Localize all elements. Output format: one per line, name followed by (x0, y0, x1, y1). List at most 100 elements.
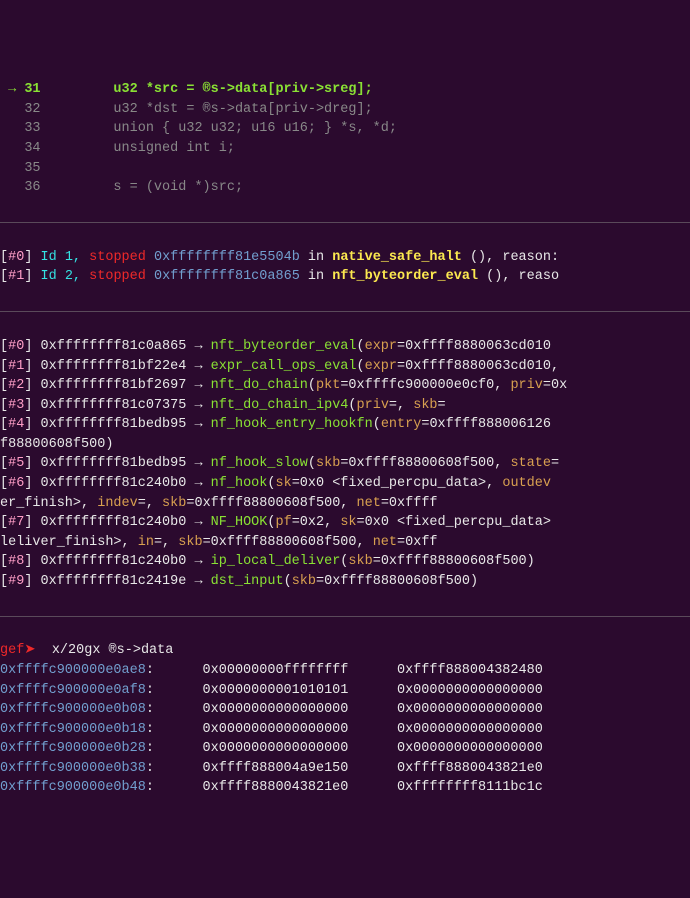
frame-addr: 0xffffffff81bedb95 (41, 417, 187, 432)
thread-fn: native_safe_halt (332, 250, 462, 265)
mem-addr: 0xffffc900000e0b08 (0, 702, 146, 717)
mem-addr: 0xffffc900000e0b48 (0, 780, 146, 795)
separator (0, 616, 690, 617)
source-code: u32 *dst = ®s->data[priv->dreg]; (41, 102, 373, 117)
frame-addr: 0xffffffff81c240b0 (41, 476, 187, 491)
source-lineno: 34 (24, 141, 40, 156)
arg-key: priv (510, 378, 542, 393)
mem-val: 0x0000000000000000 (203, 722, 349, 737)
mem-val: 0x0000000001010101 (203, 683, 349, 698)
source-arrow (0, 161, 24, 176)
arg-key: priv (357, 398, 389, 413)
thread-addr: 0xffffffff81c0a865 (154, 269, 300, 284)
frame-addr: 0xffffffff81bf22e4 (41, 359, 187, 374)
mem-addr: 0xffffc900000e0af8 (0, 683, 146, 698)
arg-val: 0xffff8880063cd010 (405, 339, 551, 354)
arg-key: pkt (316, 378, 340, 393)
mem-addr: 0xffffc900000e0b18 (0, 722, 146, 737)
frame-fn: nf_hook_entry_hookfn (211, 417, 373, 432)
memory-row: 0xffffc900000e0b18: 0x0000000000000000 0… (0, 720, 690, 740)
source-arrow (0, 180, 24, 195)
thread-index: #0 (8, 250, 24, 265)
mem-val: 0xffff888004a9e150 (203, 761, 349, 776)
trace-line: [#6] 0xffffffff81c240b0 → nf_hook(sk=0x0… (0, 474, 690, 494)
arg-key: indev (97, 496, 138, 511)
arg-key: skb (162, 496, 186, 511)
command-section: gef➤ x/20gx ®s->data0xffffc900000e0ae8: … (0, 639, 690, 800)
arg-key: in (138, 535, 154, 550)
separator (0, 311, 690, 312)
frame-fn: nf_hook_slow (211, 456, 308, 471)
mem-addr: 0xffffc900000e0ae8 (0, 663, 146, 678)
trace-line: er_finish>, indev=, skb=0xffff88800608f5… (0, 494, 690, 514)
trace-line: leliver_finish>, in=, skb=0xffff88800608… (0, 533, 690, 553)
arg-key: expr (365, 359, 397, 374)
trace-line: [#7] 0xffffffff81c240b0 → NF_HOOK(pf=0x2… (0, 513, 690, 533)
arg-val: 0xffff88800608f500 (324, 574, 470, 589)
mem-addr: 0xffffc900000e0b28 (0, 741, 146, 756)
mem-val: 0x0000000000000000 (203, 741, 349, 756)
memory-row: 0xffffc900000e0b28: 0x0000000000000000 0… (0, 739, 690, 759)
trace-section: [#0] 0xffffffff81c0a865 → nft_byteorder_… (0, 335, 690, 593)
mem-val: 0x0000000000000000 (397, 702, 543, 717)
memory-row: 0xffffc900000e0b48: 0xffff8880043821e0 0… (0, 778, 690, 798)
source-code: s = (void *)src; (41, 180, 244, 195)
frame-index: #4 (8, 417, 24, 432)
trace-line: [#8] 0xffffffff81c240b0 → ip_local_deliv… (0, 552, 690, 572)
memory-row: 0xffffc900000e0af8: 0x0000000001010101 0… (0, 681, 690, 701)
source-line: 33 union { u32 u32; u16 u16; } *s, *d; (0, 119, 690, 139)
thread-addr: 0xffffffff81e5504b (154, 250, 300, 265)
thread-state: stopped (89, 250, 146, 265)
frame-index: #1 (8, 359, 24, 374)
arg-val: 0xff (405, 535, 437, 550)
separator (0, 222, 690, 223)
source-line: 32 u32 *dst = ®s->data[priv->dreg]; (0, 100, 690, 120)
trace-line: [#1] 0xffffffff81bf22e4 → expr_call_ops_… (0, 357, 690, 377)
thread-id: Id 2, (41, 269, 82, 284)
source-line: → 31 u32 *src = ®s->data[priv->sreg]; (0, 80, 690, 100)
arg-val: 0xffffc900000e0cf0 (348, 378, 494, 393)
frame-index: #6 (8, 476, 24, 491)
gef-input[interactable]: x/20gx ®s->data (52, 643, 174, 658)
source-lineno: 32 (24, 102, 40, 117)
arg-val: 0x (551, 378, 567, 393)
mem-val: 0x0000000000000000 (397, 741, 543, 756)
frame-fn: expr_call_ops_eval (211, 359, 357, 374)
memory-row: 0xffffc900000e0ae8: 0x00000000ffffffff 0… (0, 661, 690, 681)
trace-line: [#4] 0xffffffff81bedb95 → nf_hook_entry_… (0, 415, 690, 435)
gef-prompt-line[interactable]: gef➤ x/20gx ®s->data (0, 641, 690, 661)
mem-val: 0xffffffff8111bc1c (397, 780, 543, 795)
arg-key: skb (316, 456, 340, 471)
frame-index: #2 (8, 378, 24, 393)
frame-fn: nft_do_chain (211, 378, 308, 393)
source-lineno: 36 (24, 180, 40, 195)
memory-row: 0xffffc900000e0b38: 0xffff888004a9e150 0… (0, 759, 690, 779)
memory-row: 0xffffc900000e0b08: 0x0000000000000000 0… (0, 700, 690, 720)
thread-index: #1 (8, 269, 24, 284)
arg-val: 0xffff (389, 496, 438, 511)
frame-addr: 0xffffffff81c0a865 (41, 339, 187, 354)
frame-index: #5 (8, 456, 24, 471)
arg-val: 0xffff88800608f500 (381, 554, 527, 569)
mem-val: 0x0000000000000000 (397, 722, 543, 737)
frame-addr: 0xffffffff81bedb95 (41, 456, 187, 471)
source-line: 36 s = (void *)src; (0, 178, 690, 198)
source-arrow (0, 102, 24, 117)
arg-val: 0xffff888006126 (429, 417, 551, 432)
mem-val: 0x0000000000000000 (397, 683, 543, 698)
source-arrow (0, 121, 24, 136)
frame-overflow: f88800608f500) (0, 437, 113, 452)
thread-row: [#0] Id 1, stopped 0xffffffff81e5504b in… (0, 248, 690, 268)
mem-val: 0x00000000ffffffff (203, 663, 349, 678)
arg-val: 0xffff88800608f500 (194, 496, 340, 511)
threads-section: [#0] Id 1, stopped 0xffffffff81e5504b in… (0, 246, 690, 289)
trace-line: [#2] 0xffffffff81bf2697 → nft_do_chain(p… (0, 376, 690, 396)
arg-key: skb (292, 574, 316, 589)
source-lineno: 33 (24, 121, 40, 136)
source-line: 35 (0, 159, 690, 179)
source-line: 34 unsigned int i; (0, 139, 690, 159)
source-code: u32 *src = ®s->data[priv->sreg]; (41, 82, 373, 97)
source-lineno: 31 (24, 82, 40, 97)
thread-fn: nft_byteorder_eval (332, 269, 478, 284)
frame-fn: nft_byteorder_eval (211, 339, 357, 354)
